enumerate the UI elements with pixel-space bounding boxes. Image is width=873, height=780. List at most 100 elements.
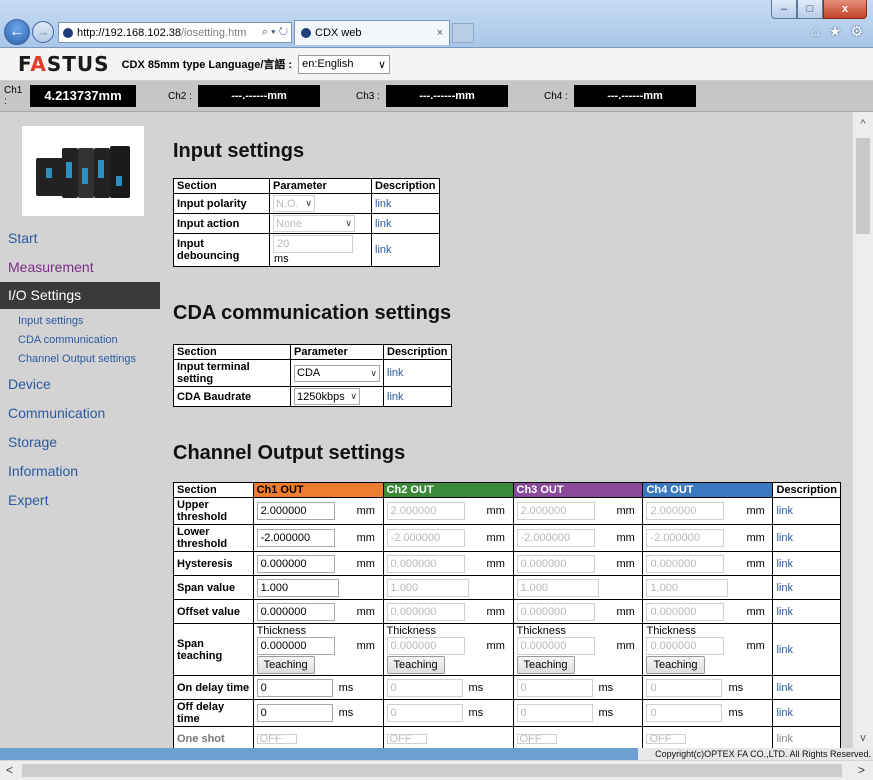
ch4-offset-value-field[interactable]: 0.000000: [646, 602, 725, 621]
scroll-down-icon[interactable]: v: [853, 732, 873, 744]
ch2-upper-threshold-field[interactable]: 2.000000: [386, 502, 465, 520]
ch3-off-delay-field[interactable]: 0: [516, 704, 593, 722]
description-link[interactable]: link: [772, 575, 841, 600]
cda-baudrate-select[interactable]: 1250kbps ∨: [294, 388, 360, 405]
col-ch2-header: Ch2 OUT: [382, 482, 514, 498]
forward-button[interactable]: →: [32, 21, 54, 43]
description-link[interactable]: link: [772, 551, 841, 576]
ch3-offset-value-field[interactable]: 0.000000: [516, 602, 595, 621]
ch3-one-shot-select[interactable]: OFF: [516, 733, 557, 744]
ch1-hysteresis-field[interactable]: 0.000000: [256, 554, 335, 573]
ch2-lower-threshold-field[interactable]: -2.000000: [386, 529, 465, 547]
ch2-span-value-field[interactable]: 1.000: [386, 578, 469, 597]
description-link[interactable]: link: [383, 386, 452, 407]
description-link[interactable]: link: [772, 497, 841, 525]
nav-sub-input-settings[interactable]: Input settings: [18, 315, 83, 327]
browser-tab[interactable]: CDX web ×: [294, 20, 450, 45]
settings-gear-icon[interactable]: ⚙: [850, 23, 863, 40]
thickness-label: Thickness: [646, 625, 696, 637]
ch4-off-delay-field[interactable]: 0: [646, 704, 723, 722]
ch4-one-shot-select[interactable]: OFF: [646, 733, 687, 744]
scroll-thumb[interactable]: [856, 138, 870, 234]
ch1-on-delay-field[interactable]: 0: [256, 678, 333, 697]
input-debouncing-field[interactable]: 20: [273, 235, 353, 253]
back-button[interactable]: ←: [4, 19, 30, 45]
nav-information[interactable]: Information: [8, 463, 78, 479]
ch4-teaching-button[interactable]: Teaching: [646, 656, 705, 674]
scroll-up-icon[interactable]: ^: [853, 118, 873, 130]
description-link[interactable]: link: [371, 213, 440, 234]
nav-storage[interactable]: Storage: [8, 434, 57, 450]
ch3-on-delay-field[interactable]: 0: [516, 678, 593, 697]
col-description-header: Description: [371, 178, 440, 194]
nav-io-settings[interactable]: I/O Settings: [0, 282, 160, 309]
ch1-offset-value-field[interactable]: 0.000000: [256, 602, 335, 621]
ch1-one-shot-select[interactable]: OFF: [256, 733, 297, 744]
description-link[interactable]: link: [772, 726, 841, 748]
minimize-button[interactable]: –: [771, 0, 797, 19]
scroll-right-icon[interactable]: >: [858, 763, 865, 777]
description-link[interactable]: link: [772, 599, 841, 624]
new-tab-button[interactable]: [452, 23, 474, 43]
ch3-span-value-field[interactable]: 1.000: [516, 578, 599, 597]
ch3-span-teaching-field[interactable]: 0.000000: [516, 637, 595, 655]
description-link[interactable]: link: [772, 623, 841, 676]
chevron-down-icon: ∨: [350, 391, 357, 401]
description-link[interactable]: link: [772, 699, 841, 727]
input-terminal-select[interactable]: CDA ∨: [294, 364, 380, 382]
ch2-teaching-button[interactable]: Teaching: [386, 656, 445, 674]
favorites-icon[interactable]: ★: [829, 23, 842, 40]
ch3-lower-threshold-field[interactable]: -2.000000: [516, 529, 595, 547]
ch1-span-value-field[interactable]: 1.000: [256, 578, 339, 597]
scroll-left-icon[interactable]: <: [6, 763, 13, 777]
address-controls-icon[interactable]: ⌕ ▾ ↻: [259, 26, 291, 39]
ch3-upper-threshold-field[interactable]: 2.000000: [516, 502, 595, 520]
input-action-select[interactable]: None ∨: [273, 215, 355, 232]
ch2-hysteresis-field[interactable]: 0.000000: [386, 554, 465, 573]
ch2-off-delay-field[interactable]: 0: [386, 704, 463, 722]
ch1-teaching-button[interactable]: Teaching: [256, 656, 315, 674]
ch1-upper-threshold-field[interactable]: 2.000000: [256, 502, 335, 520]
ch2-span-teaching-field[interactable]: 0.000000: [386, 637, 465, 655]
ch4-upper-threshold-field[interactable]: 2.000000: [646, 502, 725, 520]
nav-sub-cda-communication[interactable]: CDA communication: [18, 334, 118, 346]
ch1-span-teaching-field[interactable]: 0.000000: [256, 637, 335, 655]
home-icon[interactable]: ⌂: [811, 23, 819, 40]
vertical-scrollbar[interactable]: ^ v: [852, 112, 873, 748]
description-link[interactable]: link: [371, 232, 440, 268]
horizontal-scrollbar[interactable]: < >: [0, 760, 873, 780]
row-label: On delay time: [173, 675, 254, 700]
ch2-on-delay-field[interactable]: 0: [386, 678, 463, 697]
ch3-teaching-button[interactable]: Teaching: [516, 656, 575, 674]
nav-start[interactable]: Start: [8, 230, 38, 246]
table-row-upper-threshold: Upper threshold 2.000000 mm 2.000000 mm 2.000…: [173, 497, 841, 525]
nav-measurement[interactable]: Measurement: [8, 259, 94, 275]
ch1-label: Ch1 :: [4, 85, 23, 107]
scroll-thumb[interactable]: [22, 764, 842, 777]
maximize-button[interactable]: □: [797, 0, 823, 19]
ch4-lower-threshold-field[interactable]: -2.000000: [646, 529, 725, 547]
nav-device[interactable]: Device: [8, 376, 51, 392]
ch4-span-value-field[interactable]: 1.000: [646, 578, 729, 597]
ch4-span-teaching-field[interactable]: 0.000000: [646, 637, 725, 655]
ch4-hysteresis-field[interactable]: 0.000000: [646, 554, 725, 573]
description-link[interactable]: link: [772, 675, 841, 700]
ch3-hysteresis-field[interactable]: 0.000000: [516, 554, 595, 573]
tab-close-icon[interactable]: ×: [437, 27, 443, 39]
description-link[interactable]: link: [772, 524, 841, 552]
ch1-off-delay-field[interactable]: 0: [256, 704, 333, 722]
input-polarity-select[interactable]: N.O. ∨: [273, 195, 315, 212]
language-select[interactable]: en:English ∨: [298, 54, 391, 74]
nav-communication[interactable]: Communication: [8, 405, 105, 421]
description-link[interactable]: link: [383, 359, 452, 387]
nav-expert[interactable]: Expert: [8, 492, 48, 508]
ch4-on-delay-field[interactable]: 0: [646, 678, 723, 697]
ch2-offset-value-field[interactable]: 0.000000: [386, 602, 465, 621]
address-bar[interactable]: http://192.168.102.38/iosetting.htm ⌕ ▾ …: [58, 22, 292, 43]
ch2-one-shot-select[interactable]: OFF: [386, 733, 427, 744]
description-link[interactable]: link: [371, 193, 440, 214]
row-label: Hysteresis: [173, 551, 254, 576]
close-window-button[interactable]: x: [823, 0, 867, 19]
nav-sub-channel-output[interactable]: Channel Output settings: [18, 353, 136, 365]
ch1-lower-threshold-field[interactable]: -2.000000: [256, 529, 335, 547]
